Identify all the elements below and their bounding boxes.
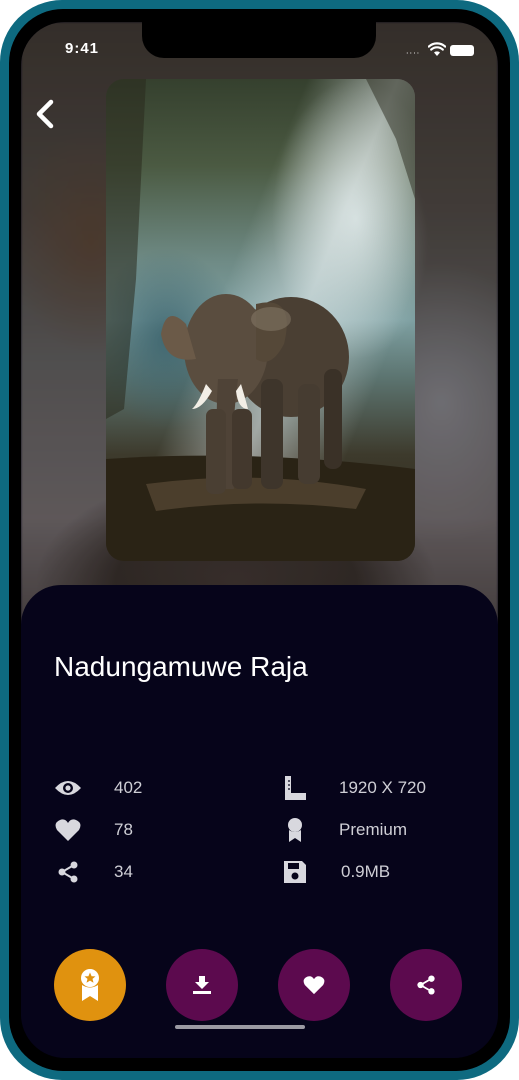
wallpaper-preview[interactable] — [106, 79, 415, 561]
ruler-icon — [280, 773, 310, 803]
share-icon — [417, 975, 435, 995]
download-button[interactable] — [166, 949, 238, 1021]
award-icon — [280, 815, 310, 845]
award-icon — [81, 969, 99, 1001]
share-icon — [53, 857, 83, 887]
tier-value: Premium — [339, 820, 408, 839]
download-icon — [193, 976, 211, 994]
screen: 9:41 ···· Nadungamuwe Raja 402 78 34 192… — [21, 22, 498, 1058]
views-stat: 402 — [53, 773, 233, 803]
wifi-icon — [428, 42, 446, 56]
filesize-stat: 0.9MB — [280, 857, 480, 887]
eye-icon — [53, 773, 83, 803]
views-value: 402 — [114, 778, 143, 797]
back-button[interactable] — [29, 94, 65, 134]
share-button[interactable] — [390, 949, 462, 1021]
tier-stat: Premium — [280, 815, 480, 845]
shares-stat: 34 — [53, 857, 233, 887]
status-time: 9:41 — [65, 40, 100, 57]
status-icons: ···· — [406, 42, 476, 58]
notch — [142, 22, 376, 58]
elephant-illustration — [106, 79, 415, 561]
premium-button[interactable] — [54, 949, 126, 1021]
battery-icon — [450, 45, 474, 56]
heart-icon — [53, 815, 83, 845]
likes-value: 78 — [114, 820, 133, 839]
resolution-stat: 1920 X 720 — [280, 773, 480, 803]
signal-icon: ···· — [406, 49, 421, 58]
heart-icon — [303, 976, 325, 995]
resolution-value: 1920 X 720 — [339, 778, 426, 797]
chevron-left-icon — [36, 99, 54, 129]
details-panel: Nadungamuwe Raja 402 78 34 1920 X 720 Pr… — [21, 585, 498, 1058]
wallpaper-title: Nadungamuwe Raja — [54, 651, 308, 682]
home-indicator[interactable] — [175, 1025, 305, 1029]
filesize-value: 0.9MB — [341, 862, 391, 881]
likes-stat: 78 — [53, 815, 233, 845]
favorite-button[interactable] — [278, 949, 350, 1021]
save-icon — [280, 857, 310, 887]
shares-value: 34 — [114, 862, 133, 881]
